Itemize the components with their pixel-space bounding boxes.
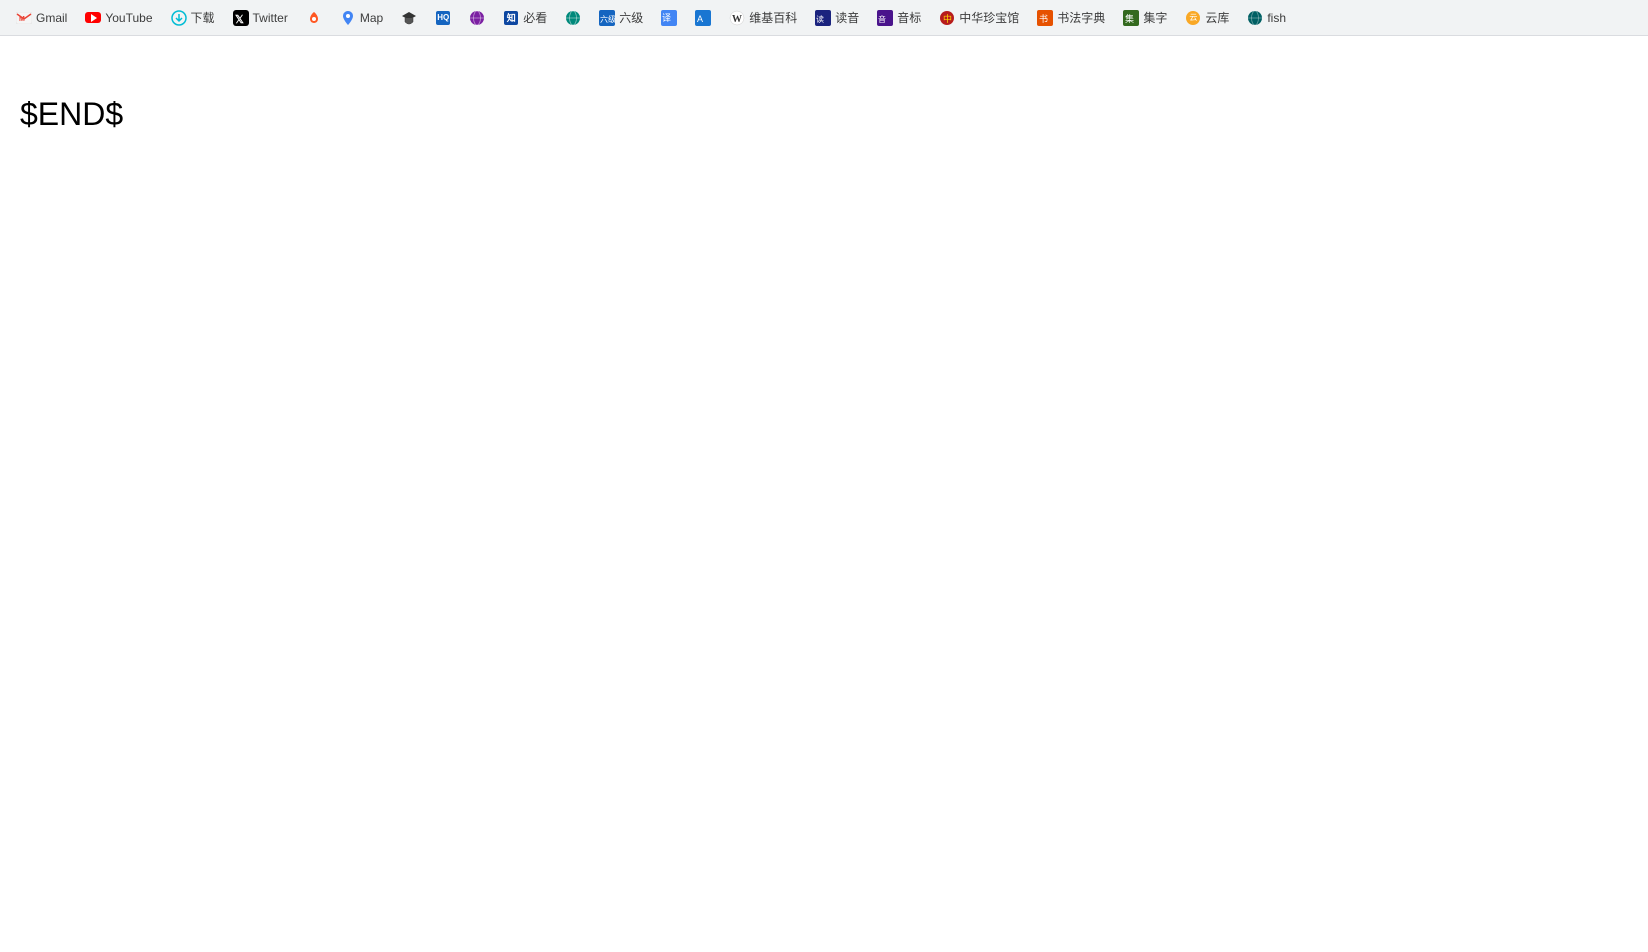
bookmark-school[interactable]: [393, 5, 425, 31]
bookmark-map[interactable]: Map: [332, 5, 391, 31]
zhonghua-icon: 中: [939, 10, 955, 26]
pin-icon: [306, 10, 322, 26]
bookmark-jizi[interactable]: 集 集字: [1115, 5, 1175, 31]
bookmark-yunku[interactable]: 云 云库: [1177, 5, 1237, 31]
bookmark-shufa[interactable]: 书 书法字典: [1029, 5, 1113, 31]
wikipedia-icon: W: [729, 10, 745, 26]
svg-text:音: 音: [878, 14, 886, 24]
svg-text:M: M: [19, 16, 25, 23]
bookmark-translate[interactable]: 译: [653, 5, 685, 31]
zhonghua-label: 中华珍宝馆: [959, 9, 1019, 26]
bookmark-youtube[interactable]: YouTube: [77, 5, 160, 31]
bookmark-pin[interactable]: [298, 5, 330, 31]
yinbiao-label: 音标: [897, 9, 921, 26]
jizi-label: 集字: [1143, 9, 1167, 26]
fish-label: fish: [1267, 11, 1286, 25]
svg-text:A: A: [697, 14, 703, 24]
svg-text:读: 读: [816, 14, 824, 24]
fish-icon: [1247, 10, 1263, 26]
ends-text: $END$: [20, 96, 123, 132]
shufa-label: 书法字典: [1057, 9, 1105, 26]
bookmark-wikipedia[interactable]: W 维基百科: [721, 5, 805, 31]
wikipedia-label: 维基百科: [749, 9, 797, 26]
download-label: 下载: [191, 9, 215, 26]
bookmark-globe2[interactable]: [557, 5, 589, 31]
bookmark-fish[interactable]: fish: [1239, 5, 1294, 31]
duyin-label: 读音: [835, 9, 859, 26]
map-icon: [340, 10, 356, 26]
liuji-label: 六级: [619, 9, 643, 26]
svg-text:𝕏: 𝕏: [235, 14, 244, 26]
yunku-icon: 云: [1185, 10, 1201, 26]
bookmark-twitter[interactable]: 𝕏 Twitter: [225, 5, 296, 31]
main-content: $END$: [0, 36, 1648, 153]
svg-text:集: 集: [1125, 13, 1134, 24]
bookmark-hq[interactable]: HQ: [427, 5, 459, 31]
school-icon: [401, 10, 417, 26]
svg-text:书: 书: [1039, 14, 1048, 24]
bookmarks-bar: M Gmail YouTube 下载 𝕏 Twit: [0, 0, 1648, 36]
svg-text:译: 译: [662, 13, 671, 23]
bookmark-yinbiao[interactable]: 音 音标: [869, 5, 929, 31]
bikan-label: 必看: [523, 9, 547, 26]
globe2-icon: [565, 10, 581, 26]
zhi-icon: 知: [503, 10, 519, 26]
bookmark-gmail[interactable]: M Gmail: [8, 5, 75, 31]
globe1-icon: [469, 10, 485, 26]
dict-icon: A: [695, 10, 711, 26]
bookmark-globe1[interactable]: [461, 5, 493, 31]
yinbiao-icon: 音: [877, 10, 893, 26]
bookmark-zhonghua[interactable]: 中 中华珍宝馆: [931, 5, 1027, 31]
twitter-label: Twitter: [253, 11, 288, 25]
map-label: Map: [360, 11, 383, 25]
youtube-label: YouTube: [105, 11, 152, 25]
duyin-icon: 读: [815, 10, 831, 26]
shufa-icon: 书: [1037, 10, 1053, 26]
bookmark-liuji[interactable]: 六级 六级: [591, 5, 651, 31]
gmail-label: Gmail: [36, 11, 67, 25]
translate-icon: 译: [661, 10, 677, 26]
yunku-label: 云库: [1205, 9, 1229, 26]
download-icon: [171, 10, 187, 26]
hq-icon: HQ: [435, 10, 451, 26]
svg-text:六级: 六级: [600, 14, 615, 24]
bookmark-duyin[interactable]: 读 读音: [807, 5, 867, 31]
bookmark-dict[interactable]: A: [687, 5, 719, 31]
bookmark-bikan[interactable]: 知 必看: [495, 5, 555, 31]
gmail-icon: M: [16, 10, 32, 26]
twitter-icon: 𝕏: [233, 10, 249, 26]
youtube-icon: [85, 10, 101, 26]
bookmark-download[interactable]: 下载: [163, 5, 223, 31]
svg-text:中: 中: [943, 13, 952, 24]
liuji-icon: 六级: [599, 10, 615, 26]
svg-text:W: W: [732, 14, 742, 25]
jizi-icon: 集: [1123, 10, 1139, 26]
